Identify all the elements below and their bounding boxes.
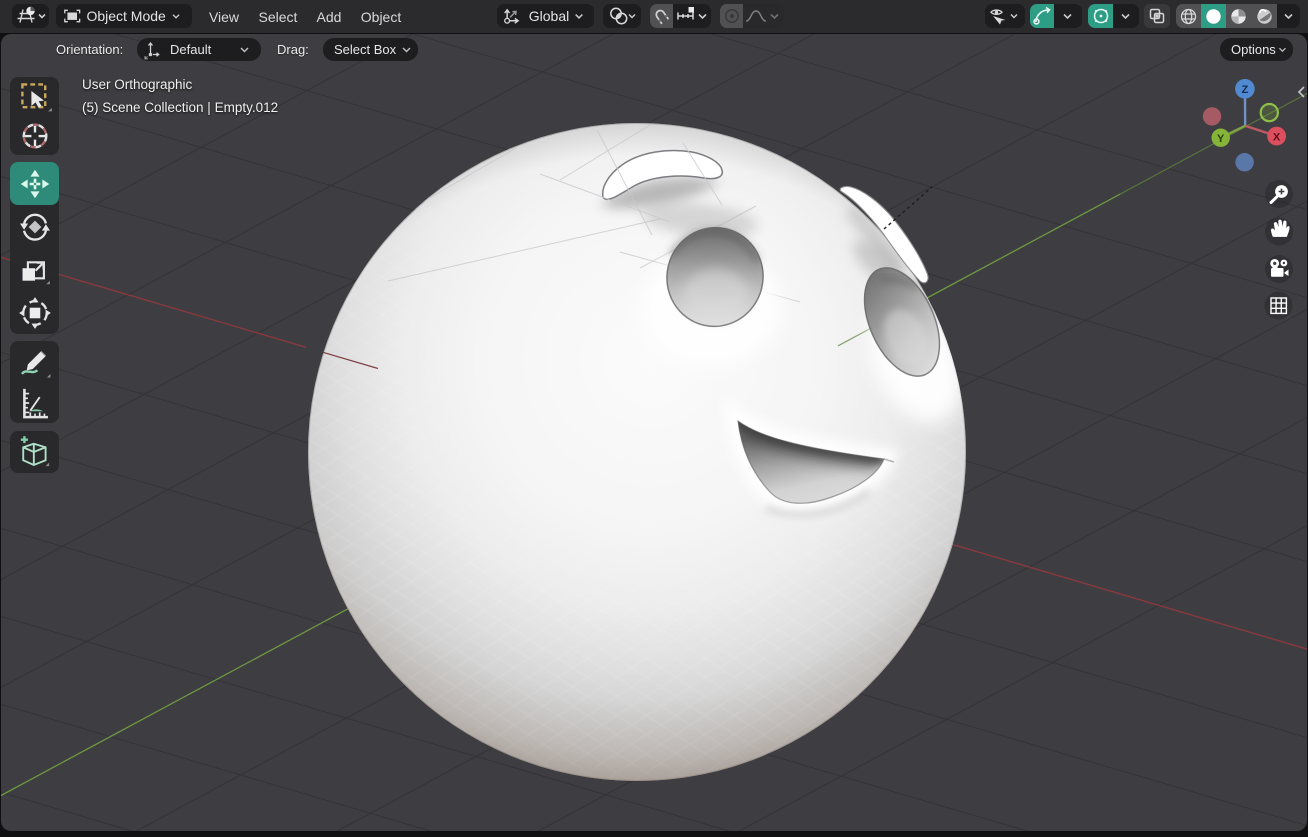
svg-text:Y: Y <box>1217 133 1225 145</box>
svg-text:Z: Z <box>1242 84 1249 96</box>
svg-text:X: X <box>1273 132 1281 144</box>
